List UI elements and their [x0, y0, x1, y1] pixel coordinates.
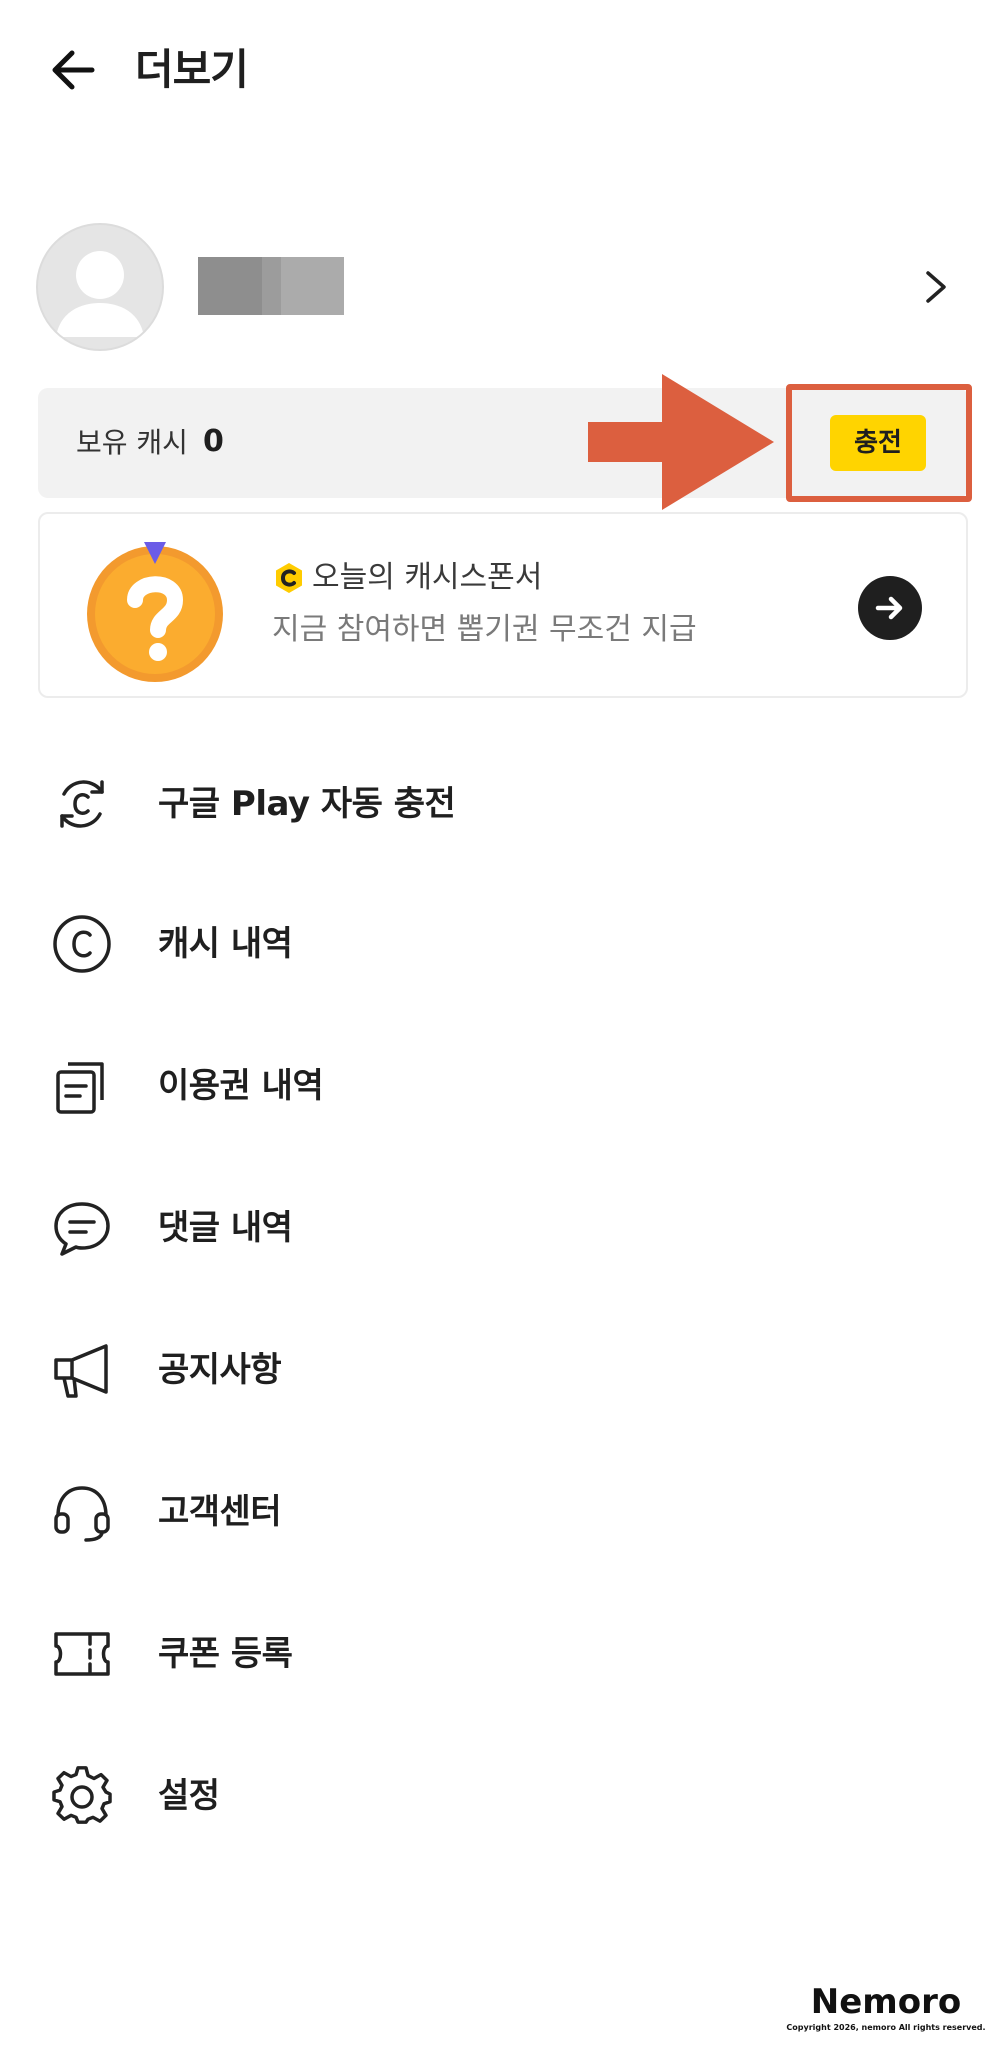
- cash-sponsor-card[interactable]: 오늘의 캐시스폰서 지금 참여하면 뽑기권 무조건 지급: [38, 512, 968, 698]
- menu-item-label: 댓글 내역: [158, 1208, 293, 1248]
- watermark-copyright: Copyright 2026, nemoro All rights reserv…: [786, 2023, 986, 2032]
- watermark-logo: Nemoro: [810, 1982, 962, 2022]
- page-title: 더보기: [135, 45, 249, 94]
- sponsor-title-row: 오늘의 캐시스폰서: [272, 558, 542, 598]
- sponsor-subtitle: 지금 참여하면 뽑기권 무조건 지급: [272, 612, 697, 647]
- menu-item-ticket-history[interactable]: 이용권 내역: [0, 1034, 1006, 1134]
- coupon-icon: [54, 1632, 110, 1676]
- menu-item-customer-center[interactable]: 고객센터: [0, 1460, 1006, 1560]
- gear-icon: [52, 1766, 112, 1824]
- sponsor-go-button[interactable]: [858, 576, 922, 640]
- comment-icon: [54, 1202, 110, 1256]
- menu-item-cash-history[interactable]: 캐시 내역: [0, 892, 1006, 992]
- default-avatar-icon: [56, 251, 144, 337]
- menu-item-label: 쿠폰 등록: [158, 1634, 293, 1674]
- auto-charge-icon: [60, 780, 104, 828]
- profile-row[interactable]: [0, 215, 1006, 355]
- megaphone-icon: [54, 1344, 108, 1398]
- charge-button[interactable]: 충전: [830, 415, 926, 471]
- menu-item-label: 설정: [158, 1776, 220, 1816]
- ticket-history-icon: [56, 1062, 104, 1114]
- menu-item-label: 고객센터: [158, 1492, 282, 1532]
- menu-item-label: 이용권 내역: [158, 1066, 324, 1106]
- arrow-left-icon: [52, 50, 95, 90]
- menu-item-coupon[interactable]: 쿠폰 등록: [0, 1602, 1006, 1702]
- cash-label: 보유 캐시: [76, 426, 188, 459]
- nickname-redacted: [198, 257, 344, 315]
- menu-item-auto-charge[interactable]: 구글 Play 자동 충전: [0, 752, 1006, 852]
- back-button[interactable]: [42, 42, 106, 98]
- cash-icon: [53, 915, 111, 973]
- menu-item-comment-history[interactable]: 댓글 내역: [0, 1176, 1006, 1276]
- menu-item-label: 공지사항: [158, 1350, 282, 1390]
- sponsor-title: 오늘의 캐시스폰서: [312, 560, 543, 595]
- question-badge-icon: [87, 542, 223, 682]
- annotation-arrow-icon: [588, 374, 774, 510]
- menu-item-settings[interactable]: 설정: [0, 1744, 1006, 1844]
- cash-value: 0: [203, 424, 224, 459]
- menu-item-label: 구글 Play 자동 충전: [158, 784, 456, 824]
- chevron-right-icon: [926, 271, 946, 303]
- avatar: [36, 223, 164, 351]
- menu-item-notice[interactable]: 공지사항: [0, 1318, 1006, 1418]
- menu-item-label: 캐시 내역: [158, 924, 293, 964]
- cash-coin-icon: [276, 563, 302, 593]
- arrow-right-circle-icon: [875, 596, 903, 620]
- watermark: Nemoro Copyright 2026, nemoro All rights…: [780, 1982, 992, 2038]
- headset-icon: [54, 1486, 110, 1542]
- header: 더보기: [0, 0, 1006, 150]
- profile-chevron[interactable]: [916, 263, 956, 311]
